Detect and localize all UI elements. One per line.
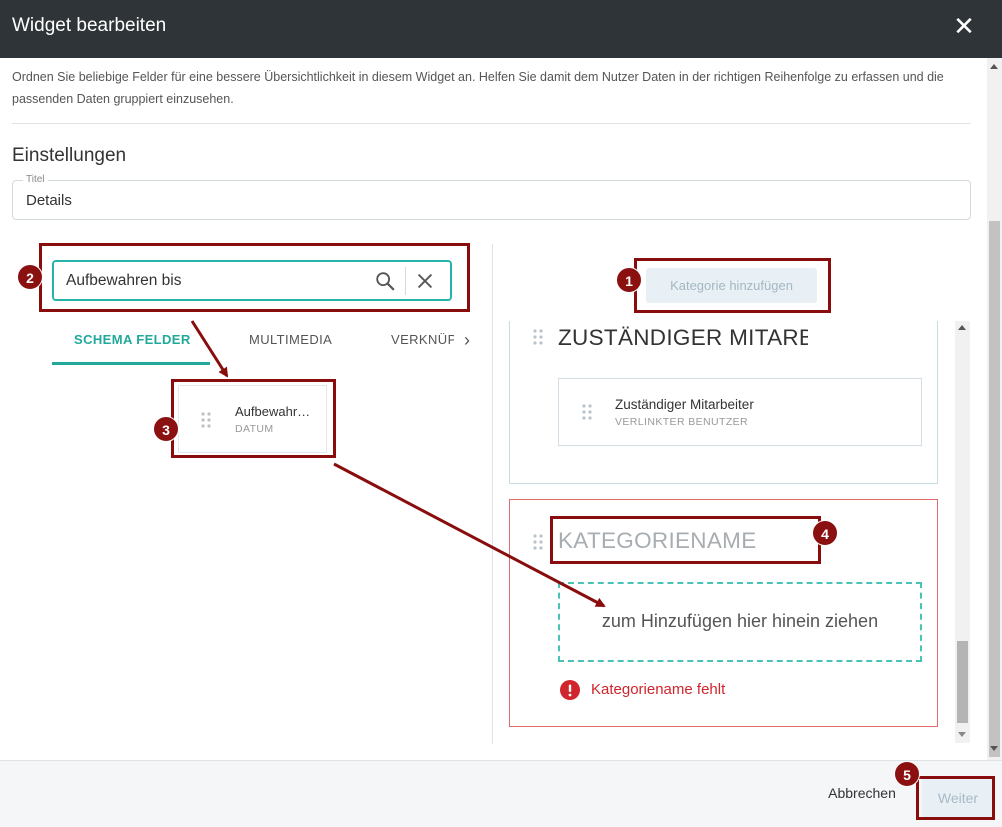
annotation-box-5	[916, 776, 995, 820]
annotation-number-4: 4	[812, 520, 838, 546]
tab-schema-felder[interactable]: SCHEMA FELDER	[74, 332, 191, 347]
title-field-label: Titel	[23, 174, 48, 185]
error-icon	[560, 680, 580, 700]
annotation-box-3	[171, 379, 336, 458]
drag-handle-icon[interactable]	[533, 534, 543, 550]
divider	[12, 123, 971, 124]
annotation-number-2: 2	[17, 264, 43, 290]
panel-divider	[492, 244, 493, 744]
dialog-title: Widget bearbeiten	[12, 15, 167, 36]
category-zustaendiger-mitarbeiter: ZUSTÄNDIGER MITARBEITER Zuständiger Mita…	[509, 321, 938, 484]
tab-multimedia[interactable]: MULTIMEDIA	[249, 332, 332, 347]
scroll-up-icon[interactable]	[990, 64, 998, 69]
active-tab-indicator	[52, 362, 210, 365]
drag-handle-icon[interactable]	[533, 329, 543, 345]
close-icon[interactable]: ✕	[950, 12, 978, 40]
annotation-box-1	[634, 258, 831, 313]
annotation-box-4	[550, 516, 821, 564]
annotation-number-5: 5	[894, 761, 920, 787]
category-scrollbar[interactable]	[955, 321, 970, 743]
category-title[interactable]: ZUSTÄNDIGER MITARBEITER	[558, 325, 808, 351]
field-name: Zuständiger Mitarbeiter	[615, 397, 754, 412]
title-field-value[interactable]: Details	[26, 192, 72, 209]
drag-handle-icon[interactable]	[582, 404, 592, 420]
tab-verknuepfungen[interactable]: VERKNÜPFUNGEN	[391, 332, 454, 347]
field-tabs: SCHEMA FELDER MULTIMEDIA VERKNÜPFUNGEN ›	[52, 322, 492, 366]
dropzone-hint: zum Hinzufügen hier hinein ziehen	[601, 611, 879, 631]
field-type: VERLINKTER BENUTZER	[615, 416, 749, 428]
annotation-number-3: 3	[153, 416, 179, 442]
tab-clip: VERKNÜPFUNGEN	[390, 322, 454, 362]
scroll-thumb[interactable]	[989, 221, 1000, 757]
scroll-down-icon[interactable]	[958, 732, 966, 737]
chevron-right-icon[interactable]: ›	[464, 330, 470, 351]
scroll-down-icon[interactable]	[990, 746, 998, 751]
title-field[interactable]: Titel Details	[12, 174, 971, 220]
cancel-button[interactable]: Abbrechen	[815, 785, 909, 805]
settings-heading: Einstellungen	[12, 145, 127, 166]
scroll-up-icon[interactable]	[958, 325, 966, 330]
dialog-titlebar: Widget bearbeiten ✕	[0, 0, 1002, 58]
intro-text: Ordnen Sie beliebige Felder für eine bes…	[12, 70, 944, 106]
field-dropzone[interactable]: zum Hinzufügen hier hinein ziehen	[558, 582, 922, 662]
annotation-box-2	[39, 243, 470, 312]
dialog-footer: Abbrechen Weiter	[0, 760, 1002, 827]
annotation-number-1: 1	[616, 267, 642, 293]
category-field-card[interactable]: Zuständiger Mitarbeiter VERLINKTER BENUT…	[558, 378, 922, 446]
dialog-scrollbar[interactable]	[987, 58, 1002, 760]
scroll-thumb[interactable]	[957, 641, 968, 723]
error-message: Kategoriename fehlt	[591, 681, 726, 698]
